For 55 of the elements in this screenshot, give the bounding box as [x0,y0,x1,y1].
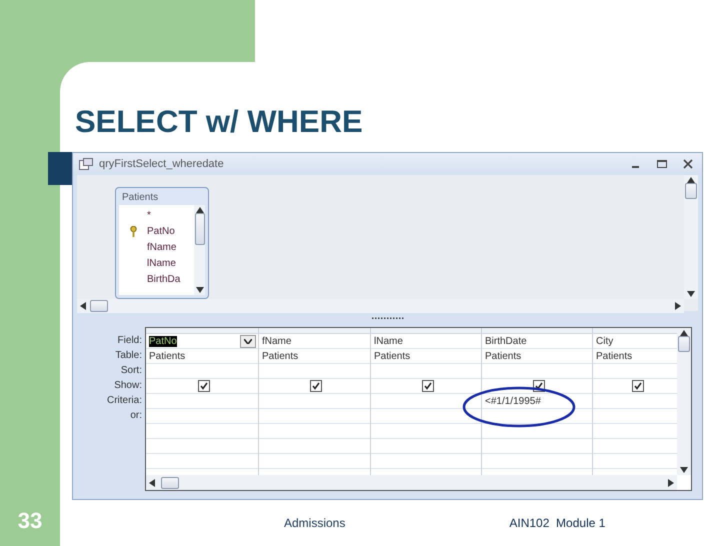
row-label: Sort: [120,364,142,378]
field-cell[interactable]: lName [371,334,481,349]
field-name[interactable]: BirthDa [147,274,180,284]
show-checkbox[interactable] [310,380,322,392]
table-cell: Patients [149,350,186,362]
scroll-thumb[interactable] [685,183,697,199]
row-label: Show: [114,379,142,393]
field-cell[interactable]: PatNo [146,334,258,349]
show-checkbox[interactable] [632,380,644,392]
slide-title: SELECT w/ WHERE [74,103,364,141]
title-accent [48,152,72,185]
scroll-down-icon[interactable] [196,287,204,293]
scroll-right-icon[interactable] [675,302,681,310]
table-cell: Patients [262,350,298,362]
scroll-thumb[interactable] [194,213,204,245]
query-icon [79,158,93,170]
checkmark-icon [200,382,208,390]
checkmark-icon [534,382,542,390]
scroll-right-icon[interactable] [668,478,674,486]
table-cell: Patients [374,350,410,362]
caret-icon [244,338,252,344]
field-name[interactable]: lName [147,258,176,268]
slide-number: 33 [18,508,42,534]
show-checkbox[interactable] [422,380,434,392]
scroll-left-icon[interactable] [149,478,155,486]
scroll-left-icon[interactable] [80,302,86,310]
row-label: Table: [115,349,142,363]
checkmark-icon [312,382,320,390]
scroll-down-icon[interactable] [680,467,688,473]
scroll-thumb[interactable] [678,336,690,352]
show-checkbox[interactable] [198,380,210,392]
checkmark-icon [634,382,642,390]
row-label: Field: [118,334,142,348]
table-cell: Patients [596,350,632,362]
field-name[interactable]: * [147,210,151,220]
table-cell: Patients [485,350,522,362]
field-cell[interactable]: fName [259,334,370,349]
field-cell[interactable]: BirthDate [482,334,592,349]
splitter-grip-icon[interactable] [370,316,404,320]
footer-text: AIN102 Module 1 [509,516,606,530]
footer-text: Admissions [284,516,346,530]
checkmark-icon [424,382,432,390]
scroll-down-icon[interactable] [687,291,695,297]
row-label: Criteria: [106,394,142,408]
field-name[interactable]: fName [147,242,176,252]
window-title: qryFirstSelect_wheredate [99,158,225,170]
field-name[interactable]: PatNo [147,226,175,236]
dropdown-button[interactable] [240,334,256,348]
maximize-icon[interactable] [656,159,668,169]
table-name: Patients [121,191,160,205]
scroll-thumb[interactable] [161,476,179,488]
scroll-thumb[interactable] [90,300,108,312]
criteria-text[interactable]: <#1/1/1995# [485,396,541,406]
row-label: or: [130,409,142,423]
close-icon[interactable] [682,159,694,169]
